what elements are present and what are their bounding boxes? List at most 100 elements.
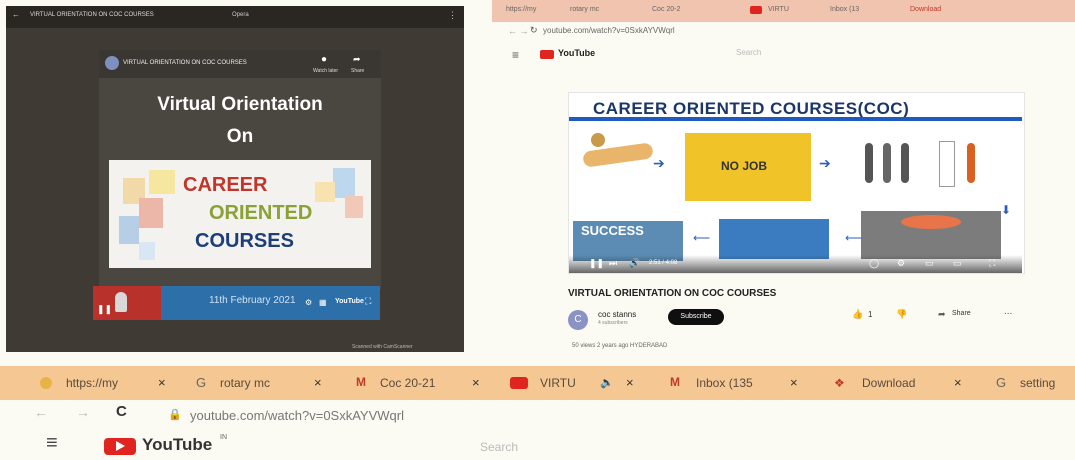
close-tab-icon[interactable]: × (790, 375, 798, 390)
tab-settings[interactable]: setting (1020, 376, 1055, 390)
miniplayer-icon[interactable]: ▭ (925, 258, 934, 269)
channel-name[interactable]: coc stanns (598, 310, 636, 319)
hamburger-menu-icon[interactable]: ≡ (512, 48, 519, 62)
next-icon[interactable]: ⏭ (609, 258, 617, 269)
video-title: VIRTUAL ORIENTATION ON COC COURSES (568, 288, 777, 299)
door-shape (939, 141, 955, 187)
video-heading-line2: On (226, 126, 254, 147)
tab-rotary[interactable]: rotary mc (220, 376, 270, 390)
decor-square (315, 182, 335, 202)
presenter-figure (115, 292, 127, 312)
share-button[interactable]: Share (952, 310, 971, 317)
like-icon[interactable]: 👍 (852, 309, 863, 320)
title-underline (569, 117, 1022, 121)
audio-playing-icon[interactable]: 🔈 (600, 376, 614, 389)
close-tab-icon[interactable]: × (314, 375, 322, 390)
lock-icon: 🔒 (168, 409, 182, 421)
more-actions-button[interactable]: ... (1004, 306, 1012, 317)
channel-avatar[interactable]: C (568, 310, 588, 330)
captions-icon[interactable]: ▦ (319, 298, 327, 307)
google-icon: G (996, 375, 1007, 390)
back-icon[interactable]: ← → (508, 26, 529, 36)
tab-inbox[interactable]: Inbox (135 (696, 376, 753, 390)
share-icon[interactable]: ➦ (938, 309, 946, 320)
close-tab-icon[interactable]: × (954, 375, 962, 390)
autoplay-toggle[interactable]: ◯ (869, 258, 879, 269)
forward-button[interactable]: → (76, 404, 90, 420)
no-job-panel: NO JOB (685, 133, 811, 201)
tab-my[interactable]: https://my (506, 6, 536, 13)
person-figure-orange (967, 143, 975, 183)
youtube-logo-icon[interactable]: YouTube (335, 298, 364, 305)
back-button[interactable]: ← (34, 404, 48, 420)
subscriber-count: 4 subscribers (598, 320, 628, 326)
volume-icon[interactable]: 🔊 (629, 258, 640, 269)
crowd-image (719, 219, 829, 259)
share-icon[interactable]: ➦ (353, 54, 361, 65)
reload-button[interactable]: C (116, 403, 127, 420)
region-label: IN (220, 434, 227, 441)
pause-icon[interactable]: ❚❚ (589, 258, 604, 269)
presenter-thumbnail: ❚❚ (93, 286, 161, 320)
person-figure (901, 143, 909, 183)
window-title-bar: ← VIRTUAL ORIENTATION ON COC COURSES Ope… (6, 6, 464, 28)
hamburger-menu-icon[interactable]: ≡ (46, 432, 58, 455)
career-text: CAREER (183, 174, 268, 196)
pause-icon[interactable]: ❚❚ (97, 304, 112, 315)
like-count: 1 (868, 310, 873, 319)
decor-square (139, 242, 155, 260)
clock-icon[interactable]: ● (321, 54, 327, 65)
arrow-right-icon: ➔ (653, 155, 665, 171)
gmail-icon: M (670, 375, 680, 389)
tab-download[interactable]: Download (910, 6, 941, 13)
youtube-logo-icon (104, 438, 136, 455)
browser-tab-strip: https://my rotary mc Coc 20-2 VIRTU Inbo… (492, 0, 1075, 22)
tab-rotary[interactable]: rotary mc (570, 6, 599, 13)
tab-coc[interactable]: Coc 20-21 (380, 376, 435, 390)
youtube-logo-icon (540, 50, 554, 59)
video-thumbnail[interactable]: CAREER ORIENTED COURSES(COC) ➔ NO JOB ➔ … (568, 92, 1025, 274)
settings-icon[interactable]: ⚙ (305, 298, 312, 307)
subscribe-button[interactable]: Subscribe (668, 309, 724, 325)
channel-avatar[interactable] (105, 56, 119, 70)
career-courses-card: CAREER ORIENTED COURSES (109, 160, 371, 268)
youtube-wordmark[interactable]: YouTube (142, 435, 212, 455)
arrow-down-icon: ⬇ (1001, 203, 1012, 217)
address-bar[interactable]: youtube.com/watch?v=0SxkAYVWqrl (190, 408, 404, 423)
bottom-tab-strip: https://my × G rotary mc × M Coc 20-21 ×… (0, 366, 1075, 400)
scanner-watermark: Scanned with CamScanner (352, 344, 413, 350)
tab-download[interactable]: Download (862, 376, 915, 390)
video-frame[interactable]: VIRTUAL ORIENTATION ON COC COURSES ● Wat… (99, 50, 381, 290)
settings-icon[interactable]: ⚙ (897, 258, 905, 269)
fullscreen-icon[interactable]: ⛶ (989, 258, 995, 269)
time-readout: 2:51 / 4:08 (649, 260, 678, 266)
tab-virtual[interactable]: VIRTU (768, 6, 789, 13)
tab-virtual[interactable]: VIRTU (540, 376, 576, 390)
youtube-icon (510, 377, 528, 389)
gmail-icon: M (356, 375, 366, 389)
fullscreen-icon[interactable]: ⛶ (365, 296, 371, 307)
address-bar[interactable]: youtube.com/watch?v=0SxkAYVWqrl (543, 26, 675, 35)
search-input[interactable]: Search (736, 48, 761, 57)
tab-https-my[interactable]: https://my (66, 376, 118, 390)
close-tab-icon[interactable]: × (158, 375, 166, 390)
close-tab-icon[interactable]: × (626, 375, 634, 390)
watch-later-label: Watch later (313, 68, 339, 74)
back-arrow-icon[interactable]: ← (12, 10, 20, 19)
close-tab-icon[interactable]: × (472, 375, 480, 390)
theater-mode-icon[interactable]: ▭ (953, 258, 962, 269)
window-title: VIRTUAL ORIENTATION ON COC COURSES (30, 12, 154, 18)
arrow-left-icon: ⟵ (845, 231, 863, 245)
tab-inbox[interactable]: Inbox (13 (830, 6, 859, 13)
dislike-icon[interactable]: 👎 (896, 309, 907, 320)
decor-square (119, 216, 139, 244)
arrow-right-icon: ➔ (819, 155, 831, 171)
reload-icon[interactable]: ↻ (530, 25, 538, 36)
more-vert-icon[interactable]: ⋮ (448, 10, 457, 21)
tab-coc[interactable]: Coc 20-2 (652, 6, 680, 13)
video-overlay-title[interactable]: VIRTUAL ORIENTATION ON COC COURSES (123, 60, 247, 66)
youtube-wordmark[interactable]: YouTube (558, 48, 595, 58)
search-input[interactable]: Search (480, 440, 518, 454)
download-icon: ❖ (834, 376, 845, 390)
car-roof (901, 215, 961, 229)
